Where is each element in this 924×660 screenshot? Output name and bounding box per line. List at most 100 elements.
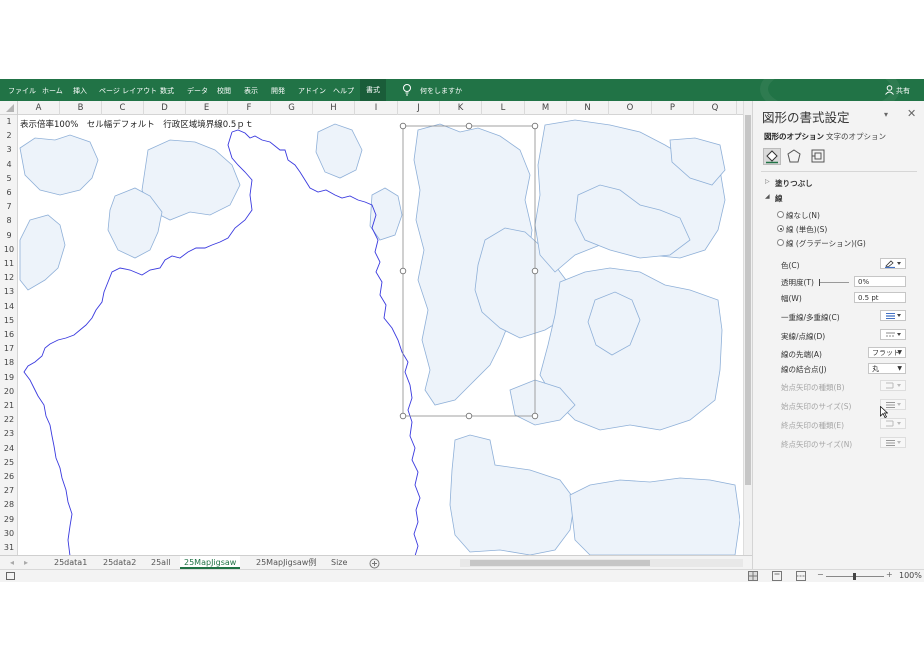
- row-header[interactable]: 1: [0, 115, 18, 129]
- transparency-slider[interactable]: [819, 279, 849, 286]
- row-header[interactable]: 2: [0, 129, 18, 143]
- radio-gradient-line[interactable]: [777, 239, 784, 246]
- row-header[interactable]: 16: [0, 328, 18, 342]
- tab-view[interactable]: 表示: [244, 86, 258, 96]
- row-header[interactable]: 29: [0, 513, 18, 527]
- row-header[interactable]: 22: [0, 413, 18, 427]
- worksheet-grid[interactable]: [18, 115, 740, 555]
- column-header[interactable]: E: [186, 101, 228, 115]
- line-width-input[interactable]: 0.5 pt: [854, 292, 906, 303]
- row-header[interactable]: 26: [0, 470, 18, 484]
- row-header[interactable]: 28: [0, 498, 18, 512]
- line-color-picker[interactable]: [880, 258, 906, 269]
- page-layout-view-icon[interactable]: [772, 571, 782, 583]
- dash-type-dropdown[interactable]: [880, 329, 906, 340]
- tab-addins[interactable]: アドイン: [298, 86, 326, 96]
- row-header[interactable]: 3: [0, 143, 18, 157]
- row-header[interactable]: 17: [0, 342, 18, 356]
- cap-type-dropdown[interactable]: フラット ▼: [868, 347, 906, 358]
- tell-me-search[interactable]: 何をしますか: [420, 86, 462, 96]
- row-header[interactable]: 23: [0, 427, 18, 441]
- section-line[interactable]: 線: [775, 193, 783, 204]
- tab-data[interactable]: データ: [187, 86, 208, 96]
- zoom-in-icon[interactable]: +: [886, 570, 893, 579]
- row-header[interactable]: 19: [0, 371, 18, 385]
- row-header[interactable]: 15: [0, 314, 18, 328]
- close-icon[interactable]: ✕: [907, 107, 916, 120]
- row-header[interactable]: 24: [0, 442, 18, 456]
- page-break-view-icon[interactable]: [796, 571, 806, 583]
- column-header[interactable]: K: [440, 101, 482, 115]
- horizontal-scroll-thumb[interactable]: [470, 560, 650, 566]
- tab-help[interactable]: ヘルプ: [333, 86, 354, 96]
- vertical-scroll-thumb[interactable]: [745, 115, 751, 485]
- row-header[interactable]: 9: [0, 229, 18, 243]
- section-fill[interactable]: 塗りつぶし: [775, 178, 813, 189]
- tab-formulas[interactable]: 数式: [160, 86, 174, 96]
- column-header[interactable]: J: [398, 101, 440, 115]
- fill-line-icon[interactable]: [763, 148, 781, 165]
- tab-shape-options[interactable]: 図形のオプション: [764, 131, 824, 142]
- prev-sheet-arrow-icon[interactable]: ◂: [10, 556, 14, 569]
- zoom-out-icon[interactable]: −: [817, 570, 824, 579]
- row-header[interactable]: 11: [0, 257, 18, 271]
- row-header[interactable]: 10: [0, 243, 18, 257]
- column-header[interactable]: A: [18, 101, 60, 115]
- compound-type-dropdown[interactable]: [880, 310, 906, 321]
- horizontal-scrollbar[interactable]: [460, 559, 743, 567]
- radio-solid-line[interactable]: [777, 225, 784, 232]
- row-header[interactable]: 6: [0, 186, 18, 200]
- tab-text-options[interactable]: 文字のオプション: [826, 131, 886, 142]
- radio-no-line[interactable]: [777, 211, 784, 218]
- row-header[interactable]: 4: [0, 158, 18, 172]
- column-header[interactable]: Q: [694, 101, 737, 115]
- line-collapse-icon[interactable]: ◢: [765, 193, 770, 200]
- row-header[interactable]: 8: [0, 214, 18, 228]
- zoom-level[interactable]: 100%: [899, 571, 922, 580]
- sheet-tab[interactable]: 25MapJigsaw例: [256, 556, 316, 569]
- row-header[interactable]: 5: [0, 172, 18, 186]
- zoom-slider-thumb[interactable]: [853, 573, 856, 580]
- column-header[interactable]: H: [313, 101, 355, 115]
- column-header[interactable]: I: [355, 101, 398, 115]
- column-header[interactable]: L: [482, 101, 525, 115]
- tab-developer[interactable]: 開発: [271, 86, 285, 96]
- row-header[interactable]: 31: [0, 541, 18, 555]
- normal-view-icon[interactable]: [748, 571, 758, 583]
- row-header[interactable]: 14: [0, 300, 18, 314]
- tab-format[interactable]: 書式: [360, 79, 386, 101]
- row-header[interactable]: 20: [0, 385, 18, 399]
- vertical-scrollbar[interactable]: [743, 101, 752, 556]
- effects-icon[interactable]: [787, 149, 801, 165]
- row-header[interactable]: 30: [0, 527, 18, 541]
- column-header[interactable]: O: [609, 101, 652, 115]
- join-type-dropdown[interactable]: 丸 ▼: [868, 363, 906, 374]
- column-header[interactable]: F: [228, 101, 271, 115]
- column-header[interactable]: D: [144, 101, 186, 115]
- tab-insert[interactable]: 挿入: [73, 86, 87, 96]
- share-button[interactable]: 共有: [896, 86, 910, 96]
- tab-home[interactable]: ホーム: [42, 86, 63, 96]
- row-header[interactable]: 13: [0, 285, 18, 299]
- macro-record-icon[interactable]: [6, 572, 15, 582]
- zoom-slider[interactable]: [826, 573, 884, 580]
- next-sheet-arrow-icon[interactable]: ▸: [24, 556, 28, 569]
- sheet-tab[interactable]: 25data1: [54, 556, 87, 569]
- row-header[interactable]: 7: [0, 200, 18, 214]
- sheet-tab[interactable]: 25data2: [103, 556, 136, 569]
- column-header[interactable]: N: [567, 101, 609, 115]
- sheet-tab[interactable]: 25all: [151, 556, 171, 569]
- begin-arrow-type-dropdown[interactable]: [880, 380, 906, 391]
- tab-file[interactable]: ファイル: [8, 86, 36, 96]
- row-header[interactable]: 25: [0, 456, 18, 470]
- size-properties-icon[interactable]: [811, 149, 825, 165]
- row-header[interactable]: 27: [0, 484, 18, 498]
- tab-page-layout[interactable]: ページ レイアウト: [99, 86, 157, 96]
- column-header[interactable]: G: [271, 101, 313, 115]
- row-header[interactable]: 21: [0, 399, 18, 413]
- column-header[interactable]: P: [652, 101, 694, 115]
- pane-options-chevron-icon[interactable]: ▾: [884, 110, 888, 119]
- column-header[interactable]: C: [102, 101, 144, 115]
- column-header[interactable]: M: [525, 101, 567, 115]
- end-arrow-size-dropdown[interactable]: [880, 437, 906, 448]
